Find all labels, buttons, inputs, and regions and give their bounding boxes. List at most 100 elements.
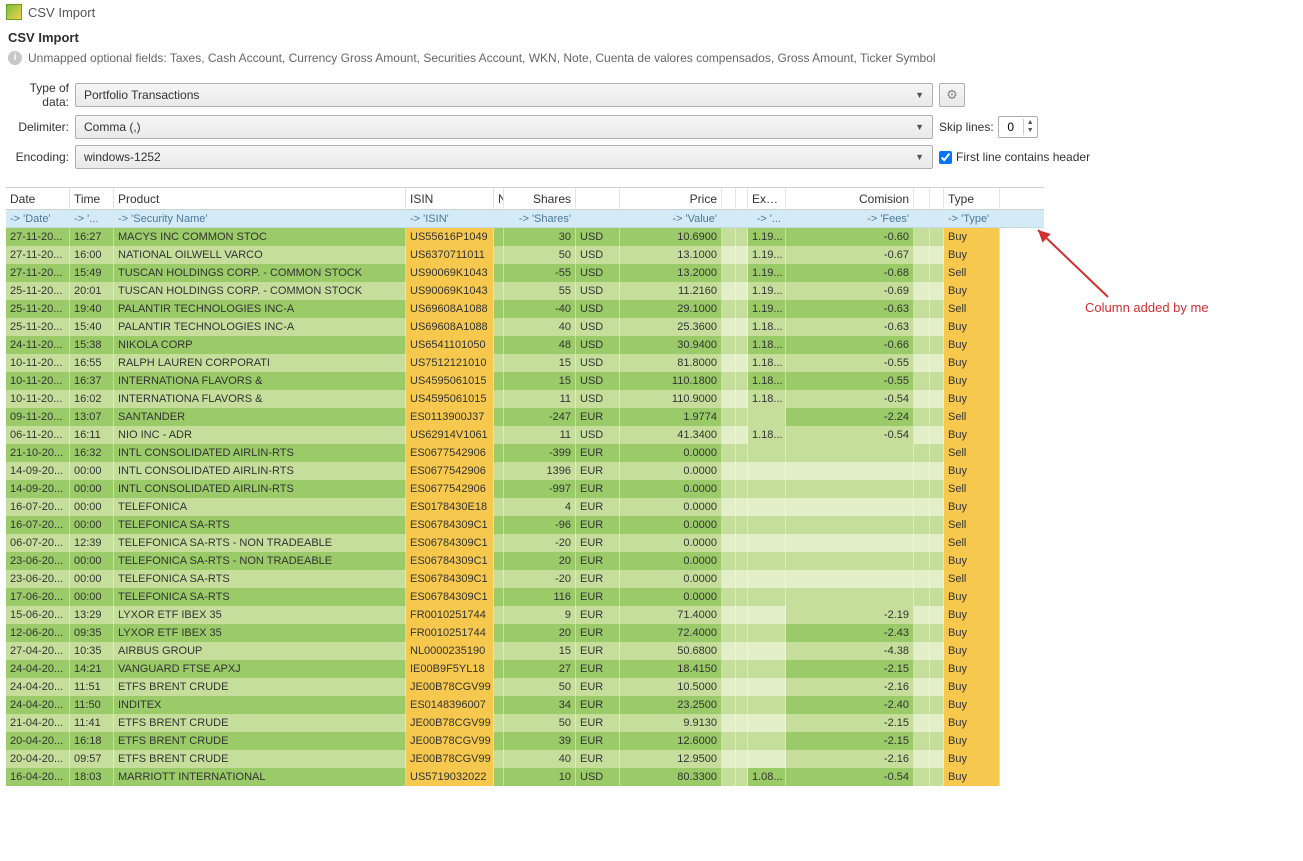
encoding-dropdown[interactable]: windows-1252 ▼ (75, 145, 933, 169)
table-row[interactable]: 23-06-20...00:00TELEFONICA SA-RTSES06784… (6, 570, 1044, 588)
table-row[interactable]: 16-07-20...00:00TELEFONICAES0178430E184E… (6, 498, 1044, 516)
cell-shares: 1396 (504, 462, 576, 480)
table-row[interactable]: 12-06-20...09:35LYXOR ETF IBEX 35FR00102… (6, 624, 1044, 642)
column-header[interactable]: Time (70, 188, 114, 210)
column-mapping[interactable] (914, 210, 930, 228)
cell-commission: -0.55 (786, 372, 914, 390)
table-row[interactable]: 25-11-20...19:40PALANTIR TECHNOLOGIES IN… (6, 300, 1044, 318)
type-of-data-dropdown[interactable]: Portfolio Transactions ▼ (75, 83, 933, 107)
cell-price: 13.1000 (620, 246, 722, 264)
table-row[interactable]: 27-11-20...16:00NATIONAL OILWELL VARCOUS… (6, 246, 1044, 264)
cell-commission (786, 516, 914, 534)
column-mapping[interactable]: -> 'Type' (944, 210, 1000, 228)
table-row[interactable]: 23-06-20...00:00TELEFONICA SA-RTS - NON … (6, 552, 1044, 570)
first-line-header-checkbox[interactable] (939, 151, 952, 164)
cell-gap (930, 750, 944, 768)
column-mapping[interactable]: -> 'ISIN' (406, 210, 494, 228)
column-mapping[interactable] (494, 210, 504, 228)
column-mapping[interactable]: -> 'Date' (6, 210, 70, 228)
cell-narrow (494, 426, 504, 444)
cell-price: 110.1800 (620, 372, 722, 390)
column-mapping[interactable]: -> '... (70, 210, 114, 228)
table-row[interactable]: 27-04-20...10:35AIRBUS GROUPNL0000235190… (6, 642, 1044, 660)
table-row[interactable]: 25-11-20...15:40PALANTIR TECHNOLOGIES IN… (6, 318, 1044, 336)
skip-lines-spinner[interactable]: ▲▼ (998, 116, 1038, 138)
table-row[interactable]: 24-11-20...15:38NIKOLA CORPUS65411010504… (6, 336, 1044, 354)
info-icon: i (8, 51, 22, 65)
column-header[interactable]: Type (944, 188, 1000, 210)
table-row[interactable]: 24-04-20...14:21VANGUARD FTSE APXJIE00B9… (6, 660, 1044, 678)
table-row[interactable]: 21-04-20...11:41ETFS BRENT CRUDEJE00B78C… (6, 714, 1044, 732)
table-row[interactable]: 16-04-20...18:03MARRIOTT INTERNATIONALUS… (6, 768, 1044, 786)
table-row[interactable]: 24-04-20...11:50INDITEXES014839600734EUR… (6, 696, 1044, 714)
column-mapping[interactable]: -> 'Shares' (504, 210, 576, 228)
column-header[interactable]: Shares (504, 188, 576, 210)
cell-gap (722, 750, 736, 768)
column-mapping[interactable]: -> 'Security Name' (114, 210, 406, 228)
column-mapping[interactable] (722, 210, 736, 228)
column-header[interactable] (576, 188, 620, 210)
column-header[interactable]: N (494, 188, 504, 210)
cell-isin: ES06784309C1 (406, 516, 494, 534)
skip-lines-input[interactable] (999, 120, 1023, 134)
table-row[interactable]: 20-04-20...16:18ETFS BRENT CRUDEJE00B78C… (6, 732, 1044, 750)
column-mapping[interactable] (736, 210, 748, 228)
delimiter-dropdown[interactable]: Comma (,) ▼ (75, 115, 933, 139)
spinner-up-icon[interactable]: ▲ (1024, 119, 1037, 127)
cell-gap (930, 732, 944, 750)
cell-narrow (494, 588, 504, 606)
table-row[interactable]: 16-07-20...00:00TELEFONICA SA-RTSES06784… (6, 516, 1044, 534)
spinner-down-icon[interactable]: ▼ (1024, 127, 1037, 135)
cell-gap (736, 678, 748, 696)
table-row[interactable]: 27-11-20...16:27MACYS INC COMMON STOCUS5… (6, 228, 1044, 246)
column-header[interactable]: Date (6, 188, 70, 210)
table-mapping-row[interactable]: -> 'Date'-> '...-> 'Security Name'-> 'IS… (6, 210, 1044, 228)
column-mapping[interactable] (930, 210, 944, 228)
cell-gap (736, 750, 748, 768)
table-row[interactable]: 14-09-20...00:00INTL CONSOLIDATED AIRLIN… (6, 462, 1044, 480)
column-header[interactable]: Product (114, 188, 406, 210)
column-mapping[interactable]: -> 'Value' (620, 210, 722, 228)
column-header[interactable] (914, 188, 930, 210)
table-row[interactable]: 09-11-20...13:07SANTANDERES0113900J37-24… (6, 408, 1044, 426)
cell-commission (786, 444, 914, 462)
table-row[interactable]: 10-11-20...16:02INTERNATIONA FLAVORS &US… (6, 390, 1044, 408)
table-row[interactable]: 21-10-20...16:32INTL CONSOLIDATED AIRLIN… (6, 444, 1044, 462)
table-row[interactable]: 24-04-20...11:51ETFS BRENT CRUDEJE00B78C… (6, 678, 1044, 696)
table-row[interactable]: 14-09-20...00:00INTL CONSOLIDATED AIRLIN… (6, 480, 1044, 498)
table-row[interactable]: 25-11-20...20:01TUSCAN HOLDINGS CORP. - … (6, 282, 1044, 300)
cell-product: TELEFONICA SA-RTS - NON TRADEABLE (114, 552, 406, 570)
cell-isin: US4595061015 (406, 372, 494, 390)
cell-currency: USD (576, 390, 620, 408)
table-row[interactable]: 06-07-20...12:39TELEFONICA SA-RTS - NON … (6, 534, 1044, 552)
table-row[interactable]: 17-06-20...00:00TELEFONICA SA-RTSES06784… (6, 588, 1044, 606)
table-row[interactable]: 15-06-20...13:29LYXOR ETF IBEX 35FR00102… (6, 606, 1044, 624)
column-header[interactable] (930, 188, 944, 210)
column-header[interactable]: Comision (786, 188, 914, 210)
cell-gap (736, 570, 748, 588)
column-mapping[interactable]: -> 'Fees' (786, 210, 914, 228)
cell-gap (736, 246, 748, 264)
column-header[interactable] (722, 188, 736, 210)
table-header-row[interactable]: DateTimeProductISINNShares Price Exc...Com… (6, 188, 1044, 210)
table-row[interactable]: 10-11-20...16:55RALPH LAUREN CORPORATIUS… (6, 354, 1044, 372)
column-mapping[interactable] (576, 210, 620, 228)
table-row[interactable]: 27-11-20...15:49TUSCAN HOLDINGS CORP. - … (6, 264, 1044, 282)
cell-commission: -2.15 (786, 660, 914, 678)
page-title: CSV Import (8, 30, 1295, 45)
cell-commission (786, 588, 914, 606)
column-header[interactable]: Exc... (748, 188, 786, 210)
column-header[interactable]: ISIN (406, 188, 494, 210)
column-mapping[interactable]: -> '... (748, 210, 786, 228)
table-row[interactable]: 20-04-20...09:57ETFS BRENT CRUDEJE00B78C… (6, 750, 1044, 768)
column-header[interactable] (736, 188, 748, 210)
settings-button[interactable]: ⚙ (939, 83, 965, 107)
cell-exchange: 1.18... (748, 336, 786, 354)
table-row[interactable]: 10-11-20...16:37INTERNATIONA FLAVORS &US… (6, 372, 1044, 390)
cell-price: 13.2000 (620, 264, 722, 282)
cell-commission: -2.40 (786, 696, 914, 714)
cell-gap (914, 372, 930, 390)
cell-currency: EUR (576, 660, 620, 678)
table-row[interactable]: 06-11-20...16:11NIO INC - ADRUS62914V106… (6, 426, 1044, 444)
column-header[interactable]: Price (620, 188, 722, 210)
